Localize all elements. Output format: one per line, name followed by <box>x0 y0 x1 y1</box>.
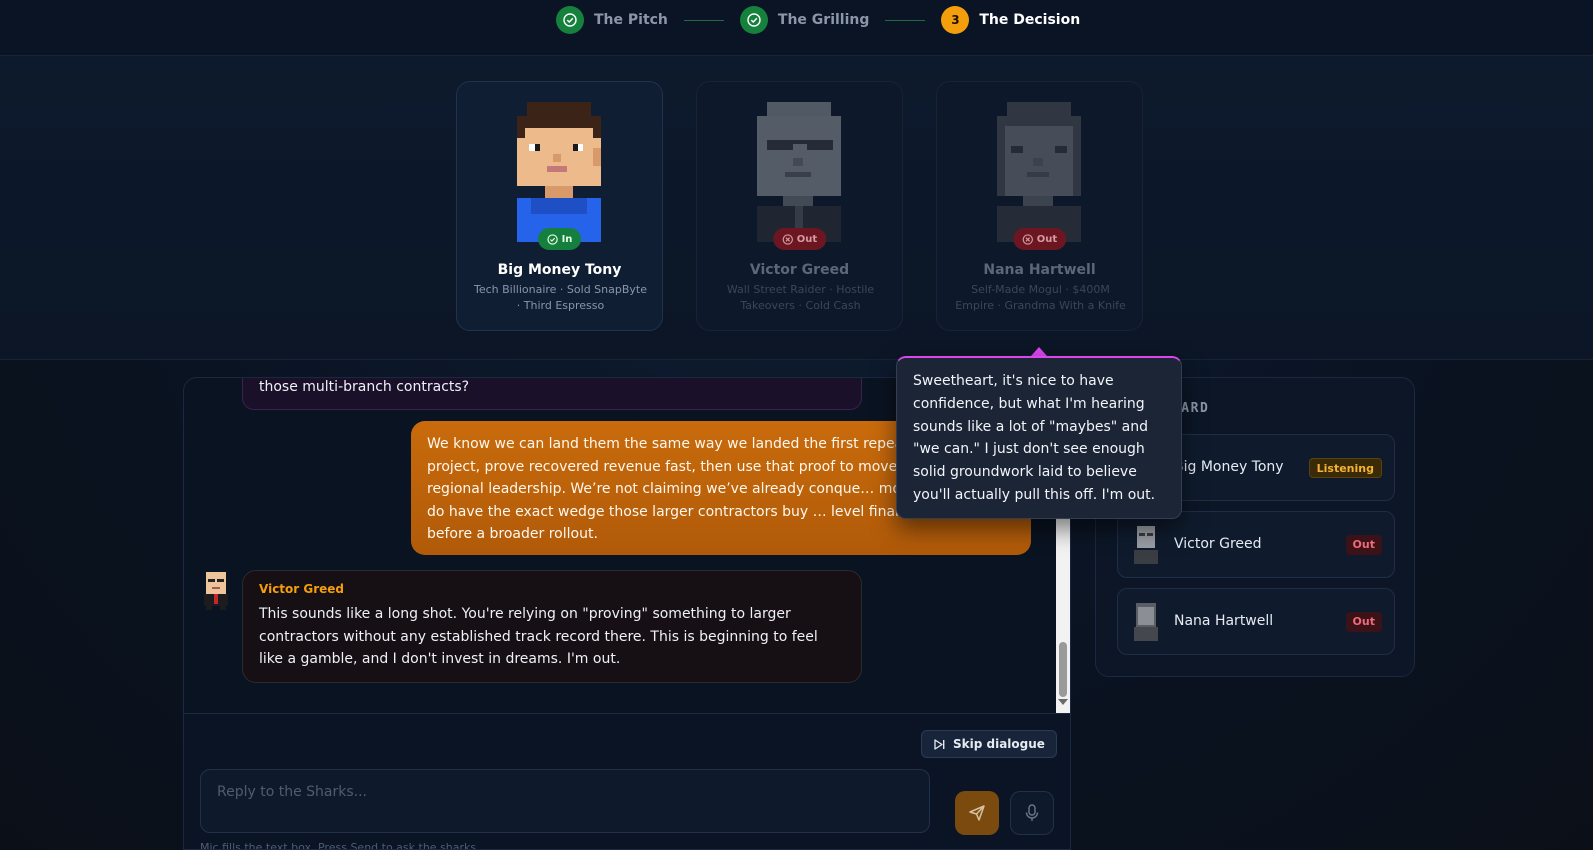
shark-subtitle: Self-Made Mogul · $400M Empire · Grandma… <box>955 283 1126 312</box>
chat-composer: Skip dialogue Mic fills the text box. Pr… <box>184 713 1070 850</box>
victor-portrait <box>757 102 841 242</box>
status-badge: Out <box>1345 535 1382 555</box>
step-grilling: The Grilling <box>739 6 870 34</box>
send-icon <box>969 805 985 821</box>
step-label: The Grilling <box>777 12 870 28</box>
shark-name: Big Money Tony <box>497 262 622 278</box>
scoreboard-row-victor: Victor Greed Out <box>1117 511 1395 578</box>
step-decision: 3 The Decision <box>941 6 1080 34</box>
check-circle-icon <box>739 6 768 34</box>
check-circle-icon <box>546 233 558 245</box>
message-speaker: Victor Greed <box>259 582 345 596</box>
tooltip-text: Sweetheart, it's nice to have confidence… <box>913 373 1156 503</box>
status-label: Out <box>1036 233 1058 245</box>
check-circle-icon <box>556 6 584 34</box>
shark-card-nana[interactable]: Out Nana Hartwell Self-Made Mogul · $400… <box>936 81 1143 331</box>
x-circle-icon <box>1022 233 1033 245</box>
tony-portrait <box>517 102 601 242</box>
nana-avatar <box>1134 603 1158 641</box>
scoreboard-name: Big Money Tony <box>1174 459 1284 475</box>
scoreboard-name: Victor Greed <box>1174 536 1262 552</box>
send-button[interactable] <box>955 791 999 835</box>
status-badge: Out <box>1012 228 1067 250</box>
shark-message-partial: those multi-branch contracts? <box>242 378 862 410</box>
shark-name: Nana Hartwell <box>983 262 1096 278</box>
status-badge: Listening <box>1308 458 1382 478</box>
status-badge: Out <box>772 228 827 250</box>
status-badge: Out <box>1345 612 1382 632</box>
shark-subtitle: Wall Street Raider · Hostile Takeovers ·… <box>726 283 875 312</box>
tooltip-arrow <box>1031 347 1047 356</box>
mic-button[interactable] <box>1010 791 1054 835</box>
scroll-down-arrow[interactable] <box>1058 699 1068 705</box>
nana-portrait <box>997 102 1081 242</box>
shark-panel: In Big Money Tony Tech Billionaire · Sol… <box>0 56 1593 360</box>
shark-message: Victor Greed This sounds like a long sho… <box>242 570 862 683</box>
scrollbar-thumb[interactable] <box>1059 642 1067 697</box>
step-connector <box>885 19 926 21</box>
status-label: Out <box>796 233 818 245</box>
step-connector <box>683 19 724 21</box>
status-label: In <box>561 233 573 245</box>
message-text: those multi-branch contracts? <box>259 379 470 395</box>
victor-avatar <box>204 572 228 610</box>
skip-dialogue-label: Skip dialogue <box>953 737 1045 751</box>
step-pitch: The Pitch <box>556 6 668 34</box>
scoreboard-row-nana: Nana Hartwell Out <box>1117 588 1395 655</box>
message-text: This sounds like a long shot. You're rel… <box>259 606 818 667</box>
status-badge: In <box>537 228 582 250</box>
shark-speech-tooltip: Sweetheart, it's nice to have confidence… <box>896 356 1182 519</box>
shark-card-victor[interactable]: Out Victor Greed Wall Street Raider · Ho… <box>696 81 903 331</box>
scoreboard-name: Nana Hartwell <box>1174 613 1274 629</box>
step-label: The Pitch <box>594 12 668 28</box>
progress-stepper: The Pitch The Grilling 3 The Decision <box>0 0 1593 56</box>
step-label: The Decision <box>979 12 1081 28</box>
steps-row: The Pitch The Grilling 3 The Decision <box>556 6 1080 34</box>
victor-avatar <box>1134 526 1158 564</box>
skip-forward-icon <box>934 738 945 750</box>
step-number: 3 <box>941 6 970 34</box>
x-circle-icon <box>782 233 793 245</box>
skip-dialogue-button[interactable]: Skip dialogue <box>921 730 1057 758</box>
shark-name: Victor Greed <box>749 262 850 278</box>
shark-subtitle: Tech Billionaire · Sold SnapByte · Third… <box>473 283 647 312</box>
reply-input[interactable] <box>200 769 930 833</box>
shark-card-tony[interactable]: In Big Money Tony Tech Billionaire · Sol… <box>456 81 663 331</box>
composer-hint: Mic fills the text box. Press Send to as… <box>200 841 480 850</box>
microphone-icon <box>1025 804 1039 821</box>
